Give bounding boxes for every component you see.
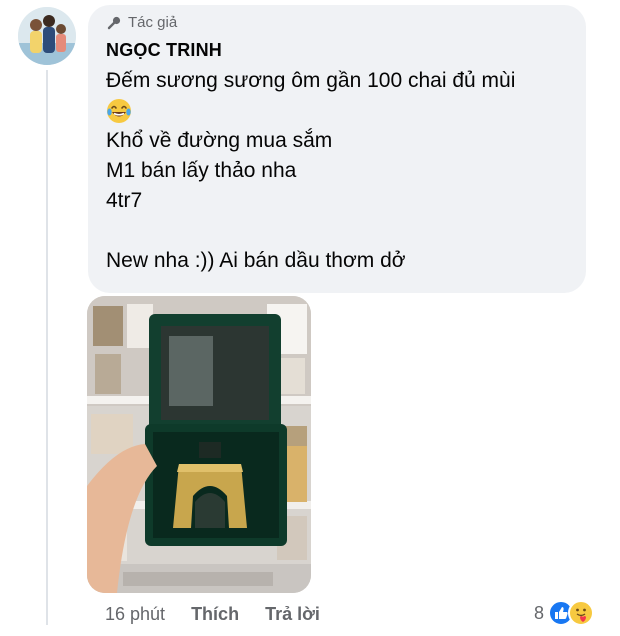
comment-line: M1 bán lấy thảo nha (106, 159, 297, 182)
thread-line (46, 70, 48, 625)
comment-actions: 16 phút Thích Trả lời (105, 604, 320, 625)
attached-photo[interactable] (87, 296, 311, 593)
reaction-count: 8 (534, 602, 545, 623)
avatar-photo (18, 7, 76, 65)
comment-line: 4tr7 (106, 189, 143, 212)
reaction-summary[interactable]: 8 (534, 600, 595, 626)
perfume-photo (87, 296, 311, 593)
comment-timestamp[interactable]: 16 phút (105, 604, 165, 625)
comment-text: Đếm sương sương ôm gần 100 chai đủ mùi K… (106, 66, 515, 276)
comment-line-emoji (106, 96, 515, 126)
comment-line: Khổ về đường mua sắm (106, 129, 333, 152)
reply-button[interactable]: Trả lời (265, 604, 320, 625)
like-button[interactable]: Thích (191, 604, 239, 625)
comment-line: Đếm sương sương ôm gần 100 chai đủ mùi (106, 69, 516, 92)
author-badge: Tác giả (106, 14, 177, 31)
author-name[interactable]: NGỌC TRINH (106, 40, 222, 61)
avatar[interactable] (18, 7, 76, 65)
comment-line: New nha :)) Ai bán dầu thơm dở (106, 249, 406, 272)
laughing-tears-emoji-icon (107, 99, 131, 123)
author-badge-label: Tác giả (128, 14, 178, 31)
comment-line-blank (106, 216, 515, 246)
microphone-icon (107, 16, 121, 29)
care-reaction-icon (568, 600, 595, 626)
